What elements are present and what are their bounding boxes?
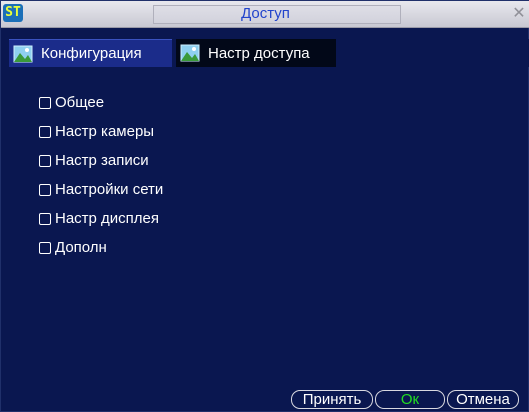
permission-general[interactable]: Общее [39,88,163,117]
permission-label: Настр дисплея [55,210,160,227]
checkbox[interactable] [39,241,51,254]
checkbox[interactable] [39,96,51,109]
tab-access-settings[interactable]: Настр доступа [176,39,336,67]
checkbox[interactable] [39,212,51,225]
permission-label: Дополн [55,239,107,256]
apply-button[interactable]: Принять [291,390,373,409]
permission-list: Общее Настр камеры Настр записи Настройк… [39,88,163,262]
permission-advanced[interactable]: Дополн [39,233,163,262]
permission-record-settings[interactable]: Настр записи [39,146,163,175]
picture-icon [180,44,200,62]
close-icon[interactable]: ✕ [510,3,528,23]
checkbox[interactable] [39,154,51,167]
access-dialog: ST Доступ ✕ Конфигурация Настр доступа О… [0,0,529,412]
title-bar[interactable]: ST Доступ ✕ [1,1,529,28]
permission-label: Настройки сети [55,181,164,198]
picture-icon [13,45,33,62]
tab-label: Конфигурация [41,45,142,62]
permission-label: Настр камеры [55,123,155,140]
checkbox[interactable] [39,183,51,196]
tab-bar: Конфигурация Настр доступа [1,39,529,67]
permission-network-settings[interactable]: Настройки сети [39,175,163,204]
window-title: Доступ [241,5,290,22]
cancel-button[interactable]: Отмена [447,390,519,409]
tab-label: Настр доступа [208,44,310,62]
permission-label: Настр записи [55,152,149,169]
permission-label: Общее [55,94,105,111]
tab-configuration[interactable]: Конфигурация [9,39,172,67]
ok-button[interactable]: Ок [375,390,445,409]
checkbox[interactable] [39,125,51,138]
permission-camera-settings[interactable]: Настр камеры [39,117,163,146]
permission-display-settings[interactable]: Настр дисплея [39,204,163,233]
